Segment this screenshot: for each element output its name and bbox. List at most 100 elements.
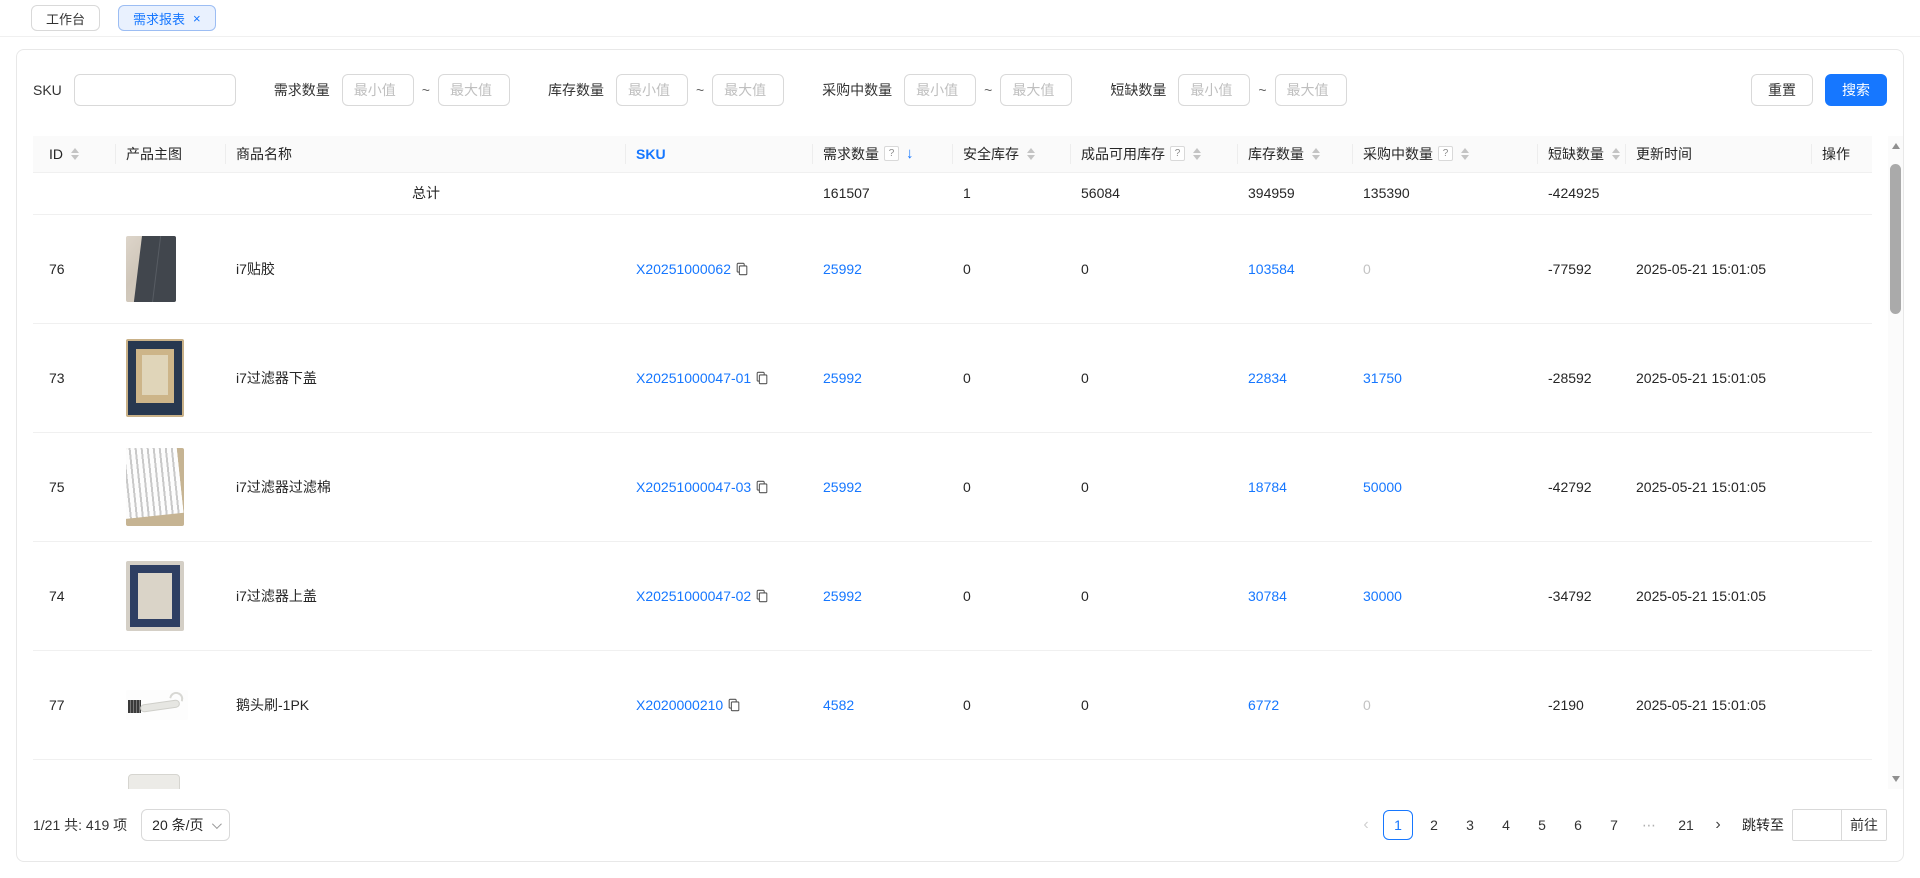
page-button-6[interactable]: 6 [1563,810,1593,840]
cell-shortage-qty: -34792 [1538,541,1626,651]
sku-link[interactable]: X20251000047-02 [636,588,769,604]
help-icon[interactable]: ? [1438,146,1453,162]
next-page-button[interactable]: › [1704,809,1732,841]
sort-icon[interactable] [1612,147,1620,160]
col-finished-available[interactable]: 成品可用库存 ? [1071,136,1238,173]
sort-icon[interactable] [1027,147,1035,160]
col-id[interactable]: ID [33,136,116,173]
cell-id: 73 [33,323,116,433]
col-safety-stock[interactable]: 安全库存 [953,136,1071,173]
stock-qty-min-input[interactable] [615,74,688,106]
cell-safety-stock: 0 [953,650,1071,760]
stock-qty-link[interactable]: 6772 [1248,697,1279,713]
sku-input[interactable] [73,74,236,106]
demand-qty-link[interactable]: 25992 [823,479,862,495]
scroll-up-button[interactable] [1888,138,1903,154]
table-row: 74 i7过滤器上盖 X20251000047-02 25992 0 0 307… [33,541,1872,651]
page-button-21[interactable]: 21 [1671,810,1701,840]
product-image[interactable] [126,235,176,302]
purchasing-qty-link[interactable]: 50000 [1363,479,1402,495]
product-image[interactable] [126,338,184,417]
help-icon[interactable]: ? [884,146,899,162]
page-button-7[interactable]: 7 [1599,810,1629,840]
demand-qty-link[interactable]: 4582 [823,697,854,713]
stock-qty-max-input[interactable] [712,74,785,106]
demand-qty-min-input[interactable] [341,74,414,106]
purchasing-qty-link[interactable]: 30000 [1363,588,1402,604]
page-button-5[interactable]: 5 [1527,810,1557,840]
cell-product-name: 鹅头刷-1PK [226,650,626,760]
demand-qty-max-input[interactable] [437,74,510,106]
demand-table-container: ID 产品主图 商品名称 SKU 需求数量 ? ↓ 安全库存 成品可用库存 ? … [17,136,1903,789]
search-button[interactable]: 搜索 [1825,74,1887,106]
cell-product-name: i7过滤器上盖 [226,541,626,651]
filter-bar: SKU 需求数量 ~ 库存数量 ~ 采购中数量 ~ 短缺数量 ~ [17,50,1903,136]
pagination-bar: 1/21 共: 419 项 20 条/页 ‹ 1 2 3 4 5 6 7 ⋯ 2… [17,789,1903,861]
sku-link[interactable]: X2020000210 [636,697,741,713]
col-product-name: 商品名称 [226,136,626,173]
stock-qty-label: 库存数量 [547,82,604,98]
product-image[interactable] [126,765,184,789]
product-image[interactable] [126,689,188,720]
go-button[interactable]: 前往 [1841,810,1886,840]
product-image[interactable] [126,447,184,526]
reset-button[interactable]: 重置 [1751,74,1813,106]
filter-actions: 重置 搜索 [1751,74,1887,106]
cell-actions [1812,323,1872,433]
stock-qty-link[interactable]: 30784 [1248,588,1287,604]
sort-icon[interactable] [71,147,79,160]
product-image[interactable] [126,560,184,631]
page-button-2[interactable]: 2 [1419,810,1449,840]
purchasing-qty-link[interactable]: 31750 [1363,370,1402,386]
tab-workbench[interactable]: 工作台 [31,5,101,31]
close-icon[interactable]: × [193,12,201,25]
jump-page-input[interactable] [1793,810,1841,840]
tab-demand-report[interactable]: 需求报表 × [118,5,216,31]
demand-qty-link[interactable]: 25992 [823,261,862,277]
cell-id: 77 [33,650,116,760]
cell-safety-stock: 0 [953,541,1071,651]
stock-qty-link[interactable]: 22834 [1248,370,1287,386]
copy-icon[interactable] [755,480,769,494]
stock-qty-link[interactable]: 103584 [1248,261,1295,277]
purchasing-qty-min-input[interactable] [904,74,977,106]
shortage-qty-max-input[interactable] [1274,74,1347,106]
range-separator: ~ [695,82,705,98]
copy-icon[interactable] [735,262,749,276]
shortage-qty-min-input[interactable] [1178,74,1251,106]
demand-qty-label: 需求数量 [273,82,330,98]
cell-finished-available: 0 [1071,541,1238,651]
col-shortage-qty[interactable]: 短缺数量 [1538,136,1626,173]
table-row: 75 i7过滤器过滤棉 X20251000047-03 25992 0 0 18… [33,432,1872,542]
demand-qty-link[interactable]: 25992 [823,370,862,386]
col-demand-qty[interactable]: 需求数量 ? ↓ [813,136,953,173]
cell-safety-stock: 0 [953,323,1071,433]
col-purchasing-qty[interactable]: 采购中数量 ? [1353,136,1538,173]
purchasing-qty-max-input[interactable] [1000,74,1073,106]
col-stock-qty[interactable]: 库存数量 [1238,136,1353,173]
vertical-scrollbar[interactable] [1888,136,1903,789]
sort-icon[interactable] [1312,147,1320,160]
sort-desc-icon[interactable]: ↓ [906,145,914,162]
copy-icon[interactable] [727,698,741,712]
scrollbar-thumb[interactable] [1890,164,1901,314]
stock-qty-link[interactable]: 18784 [1248,479,1287,495]
page-button-3[interactable]: 3 [1455,810,1485,840]
prev-page-button[interactable]: ‹ [1352,809,1380,841]
sort-icon[interactable] [1461,147,1469,160]
page-ellipsis[interactable]: ⋯ [1635,810,1665,840]
copy-icon[interactable] [755,589,769,603]
sort-icon[interactable] [1193,147,1201,160]
scroll-down-button[interactable] [1888,771,1903,787]
sku-link[interactable]: X20251000047-01 [636,370,769,386]
sku-link[interactable]: X20251000047-03 [636,479,769,495]
table-row-partial [33,759,1872,789]
sku-link[interactable]: X20251000062 [636,261,749,277]
page-size-select[interactable]: 20 条/页 [141,809,230,841]
demand-qty-link[interactable]: 25992 [823,588,862,604]
copy-icon[interactable] [755,371,769,385]
page-button-1[interactable]: 1 [1383,810,1413,840]
col-sku: SKU [626,136,813,173]
help-icon[interactable]: ? [1170,146,1185,162]
page-button-4[interactable]: 4 [1491,810,1521,840]
